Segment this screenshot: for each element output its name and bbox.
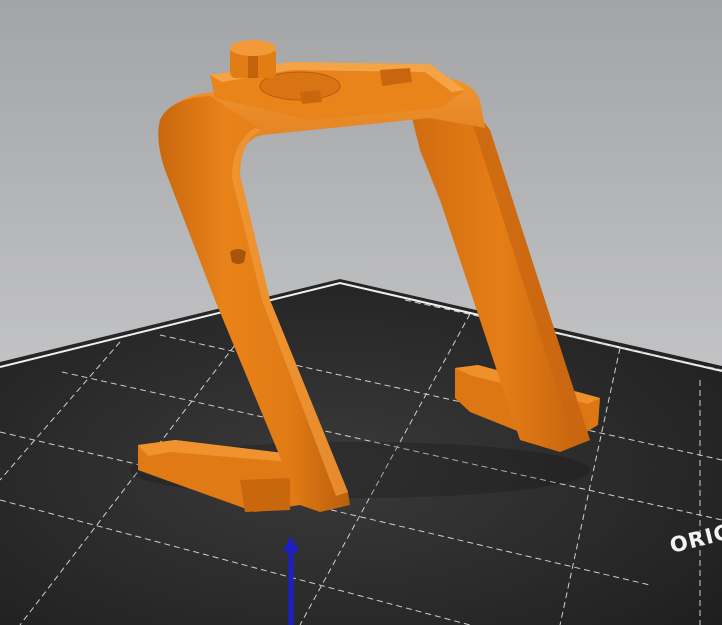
3d-viewport[interactable]: ORIGINAL PRUSA — [0, 0, 722, 625]
scene-canvas[interactable]: ORIGINAL PRUSA — [0, 0, 722, 625]
